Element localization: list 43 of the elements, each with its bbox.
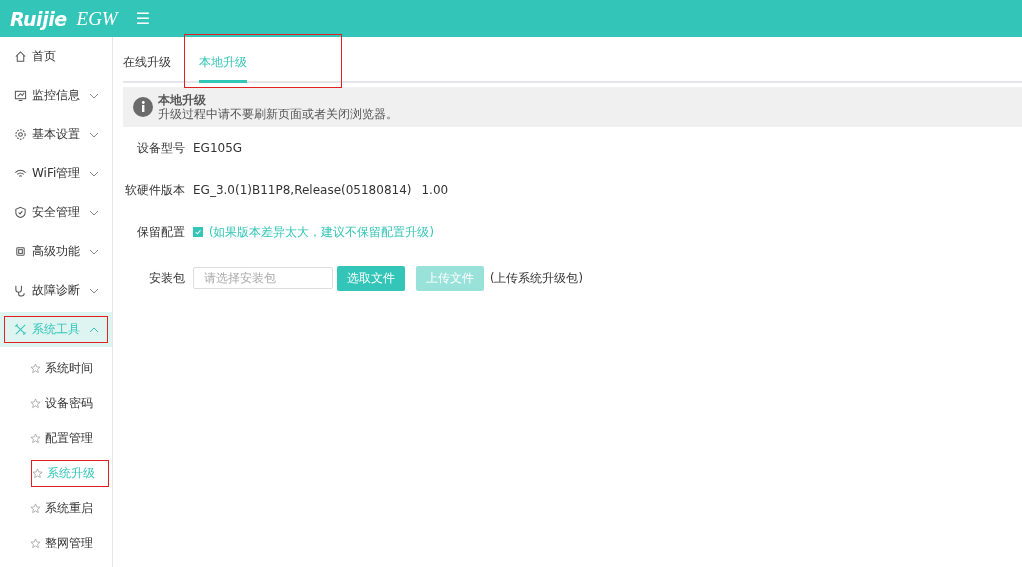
field-label: 软硬件版本 xyxy=(124,181,185,199)
sidebar-item[interactable]: 故障诊断 xyxy=(0,273,112,308)
logo: Ruijie xyxy=(10,7,67,30)
star-icon xyxy=(30,538,41,549)
sidebar-subitem[interactable]: 系统时间 xyxy=(0,351,112,386)
field-value: EG_3.0(1)B11P8,Release(05180814) xyxy=(193,183,412,197)
star-icon xyxy=(30,398,41,409)
sidebar-item[interactable]: 安全管理 xyxy=(0,195,112,230)
file-path-field[interactable]: 请选择安装包 xyxy=(193,267,333,289)
tools-icon xyxy=(14,323,27,336)
home-icon xyxy=(14,50,27,63)
field-value: EG105G xyxy=(193,141,243,155)
hint-text: (上传系统升级包) xyxy=(490,270,583,286)
hint-text: (如果版本差异太大，建议不保留配置升级) xyxy=(209,224,434,240)
chip-icon xyxy=(14,245,27,258)
info-icon xyxy=(133,97,153,117)
sidebar-item[interactable]: 基本设置 xyxy=(0,117,112,152)
sidebar-item[interactable]: 首页 xyxy=(0,39,112,74)
shield-icon xyxy=(14,206,27,219)
monitor-icon xyxy=(14,89,27,102)
gear-icon xyxy=(14,128,27,141)
checkbox[interactable] xyxy=(193,227,203,237)
notice-title: 本地升级 xyxy=(158,93,207,107)
field-label: 设备型号 xyxy=(136,139,185,157)
notice-text: 升级过程中请不要刷新页面或者关闭浏览器。 xyxy=(158,107,398,121)
star-icon xyxy=(30,363,41,374)
sidebar-subitem[interactable]: 系统重启 xyxy=(0,491,112,526)
field-label: 保留配置 xyxy=(136,223,185,241)
field-value: 1.00 xyxy=(421,183,449,197)
field-label: 安装包 xyxy=(148,269,185,287)
star-icon xyxy=(32,468,43,479)
sidebar-item[interactable]: 高级功能 xyxy=(0,234,112,269)
sidebar-subitem[interactable]: 配置管理 xyxy=(0,421,112,456)
wifi-icon xyxy=(14,167,27,180)
product-name: EGW xyxy=(76,7,118,30)
sidebar-item[interactable]: 监控信息 xyxy=(0,78,112,113)
tab[interactable]: 在线升级 xyxy=(123,37,171,81)
stethoscope-icon xyxy=(14,284,27,297)
star-icon xyxy=(30,433,41,444)
sidebar-subitem[interactable]: 设备密码 xyxy=(0,386,112,421)
sidebar-subitem[interactable]: 整网管理 xyxy=(0,526,112,561)
sidebar-item[interactable]: WiFi管理 xyxy=(0,156,112,191)
star-icon xyxy=(30,503,41,514)
